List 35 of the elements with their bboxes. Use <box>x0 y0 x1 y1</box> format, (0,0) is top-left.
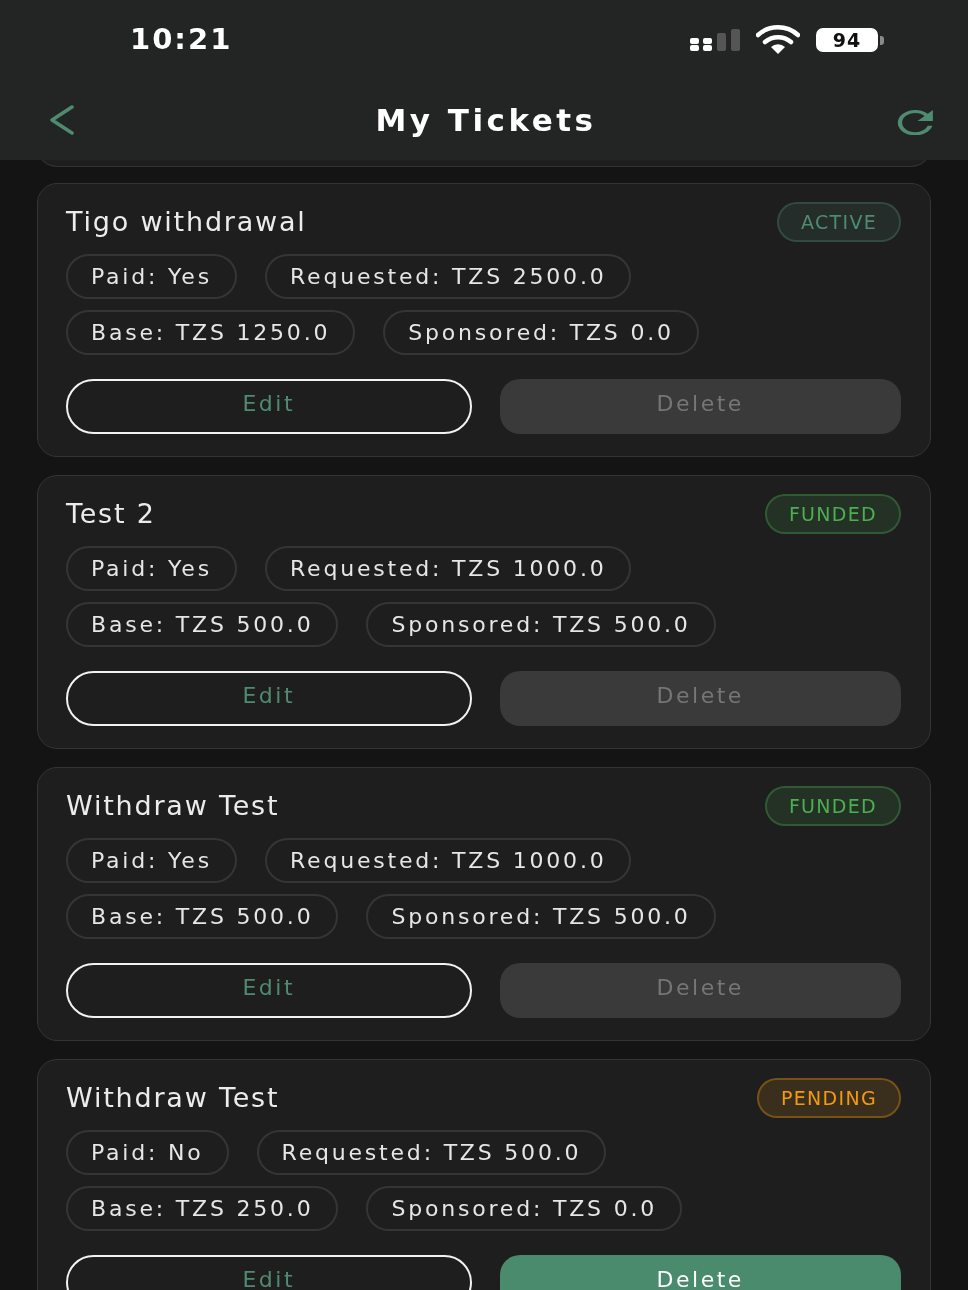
info-chip: Paid: Yes <box>66 546 237 591</box>
status-label: FUNDED <box>764 494 901 534</box>
battery-indicator: 94 <box>816 28 884 52</box>
info-chip: Requested: TZS 1000.0 <box>264 838 632 883</box>
info-chip: Requested: TZS 500.0 <box>256 1130 607 1175</box>
back-icon[interactable] <box>48 105 76 135</box>
ticket-title: Tigo withdrawal <box>66 205 307 239</box>
page-title: My Tickets <box>375 100 597 140</box>
ticket-title: Withdraw Test <box>66 789 280 823</box>
info-chip: Sponsored: TZS 0.0 <box>366 1186 682 1231</box>
info-chip: Paid: Yes <box>66 254 237 299</box>
status-time: 10:21 <box>130 21 233 59</box>
wifi-icon <box>756 25 800 55</box>
info-chip: Base: TZS 250.0 <box>66 1186 339 1231</box>
info-chip: Requested: TZS 2500.0 <box>264 254 632 299</box>
status-label: ACTIVE <box>777 202 901 242</box>
edit-button[interactable]: Edit <box>66 671 472 726</box>
info-chip: Sponsored: TZS 500.0 <box>366 602 716 647</box>
ticket-title: Test 2 <box>66 497 156 531</box>
status-label: PENDING <box>757 1078 901 1118</box>
info-chip: Sponsored: TZS 500.0 <box>366 894 716 939</box>
info-chip: Requested: TZS 1000.0 <box>264 546 632 591</box>
signal-icon <box>690 29 740 51</box>
info-chip: Base: TZS 500.0 <box>66 894 339 939</box>
info-chip: Base: TZS 1250.0 <box>66 310 356 355</box>
info-chip: Paid: Yes <box>66 838 237 883</box>
delete-button[interactable]: Delete <box>499 1255 901 1290</box>
status-label: FUNDED <box>764 786 901 826</box>
edit-button[interactable]: Edit <box>66 1255 472 1290</box>
edit-button[interactable]: Edit <box>66 963 472 1018</box>
info-chip: Paid: No <box>66 1130 229 1175</box>
ticket-title: Withdraw Test <box>66 1081 280 1115</box>
info-chip: Sponsored: TZS 0.0 <box>383 310 699 355</box>
info-chip: Base: TZS 500.0 <box>66 602 339 647</box>
edit-button[interactable]: Edit <box>66 379 472 434</box>
